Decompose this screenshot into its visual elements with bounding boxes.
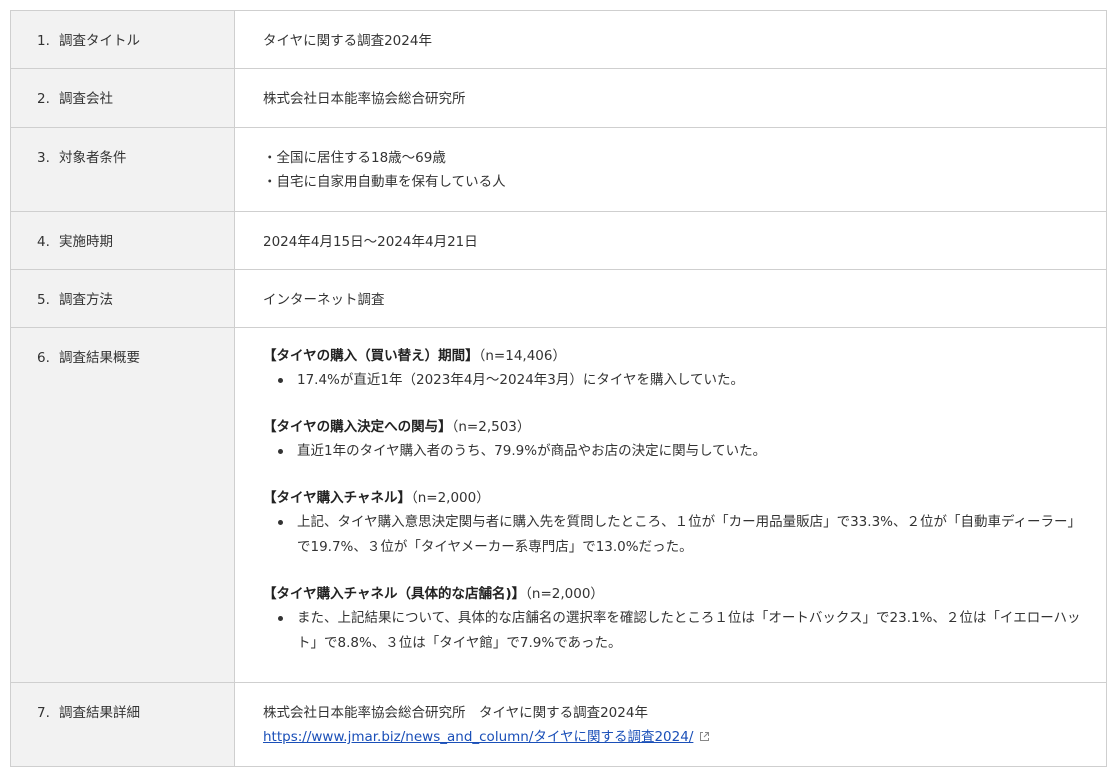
row-label-method: 5. 調査方法 — [10, 269, 235, 328]
row-value-title: タイヤに関する調査2024年 — [234, 10, 1107, 69]
summary-heading: 【タイヤ購入チャネル】（n=2,000） — [263, 486, 1106, 510]
summary-heading: 【タイヤの購入決定への関与】（n=2,503） — [263, 415, 1106, 439]
summary-list: また、上記結果について、具体的な店舗名の選択率を確認したところ１位は「オートバッ… — [263, 606, 1106, 656]
row-label-detail: 7. 調査結果詳細 — [10, 682, 235, 767]
condition-item: ・自宅に自家用自動車を保有している人 — [263, 174, 506, 190]
survey-title: タイヤに関する調査2024年 — [263, 33, 432, 49]
row-label-company: 2. 調査会社 — [10, 68, 235, 128]
summary-sample-size: （n=2,503） — [451, 419, 531, 435]
row-label: 調査結果概要 — [59, 350, 140, 366]
row-number: 5. — [37, 292, 50, 308]
summary-bullet: 直近1年のタイヤ購入者のうち、79.9%が商品やお店の決定に関与していた。 — [278, 439, 1106, 464]
summary-sample-size: （n=2,000） — [410, 490, 490, 506]
summary-heading: 【タイヤ購入チャネル（具体的な店舗名)】（n=2,000） — [263, 582, 1106, 606]
table-row: 3. 対象者条件 ・全国に居住する18歳～69歳 ・自宅に自家用自動車を保有してい… — [10, 127, 1107, 212]
survey-period: 2024年4月15日～2024年4月21日 — [263, 234, 478, 250]
table-row: 4. 実施時期 2024年4月15日～2024年4月21日 — [10, 211, 1107, 270]
table-row: 1. 調査タイトル タイヤに関する調査2024年 — [10, 10, 1107, 69]
detail-text: 株式会社日本能率協会総合研究所 タイヤに関する調査2024年 — [263, 705, 648, 721]
summary-bullet: 上記、タイヤ購入意思決定関与者に購入先を質問したところ、１位が「カー用品量販店」… — [278, 510, 1106, 560]
summary-heading-title: 【タイヤ購入チャネル】 — [263, 490, 411, 506]
row-value-conditions: ・全国に居住する18歳～69歳 ・自宅に自家用自動車を保有している人 — [234, 127, 1107, 212]
summary-sample-size: （n=2,000） — [525, 586, 604, 602]
summary-list: 17.4%が直近1年（2023年4月～2024年3月）にタイヤを購入していた。 — [263, 368, 1106, 393]
company-name: 株式会社日本能率協会総合研究所 — [263, 91, 466, 107]
row-label: 実施時期 — [59, 234, 113, 250]
row-value-method: インターネット調査 — [234, 269, 1107, 328]
row-label-conditions: 3. 対象者条件 — [10, 127, 235, 212]
table-row: 6. 調査結果概要 【タイヤの購入（買い替え）期間】（n=14,406） 17.4… — [10, 327, 1107, 683]
detail-link[interactable]: https://www.jmar.biz/news_and_column/タイヤ… — [263, 729, 693, 745]
table-row: 7. 調査結果詳細 株式会社日本能率協会総合研究所 タイヤに関する調査2024年 … — [10, 682, 1107, 767]
row-number: 6. — [37, 350, 50, 366]
condition-item: ・全国に居住する18歳～69歳 — [263, 150, 446, 166]
detail-link-line: https://www.jmar.biz/news_and_column/タイヤ… — [263, 725, 1106, 750]
row-value-company: 株式会社日本能率協会総合研究所 — [234, 68, 1107, 128]
table-row: 5. 調査方法 インターネット調査 — [10, 269, 1107, 328]
row-value-detail: 株式会社日本能率協会総合研究所 タイヤに関する調査2024年 https://w… — [234, 682, 1107, 767]
summary-bullet: また、上記結果について、具体的な店舗名の選択率を確認したところ１位は「オートバッ… — [278, 606, 1106, 656]
summary-sample-size: （n=14,406） — [478, 348, 566, 364]
row-number: 4. — [37, 234, 50, 250]
row-label-summary: 6. 調査結果概要 — [10, 327, 235, 683]
summary-heading-title: 【タイヤの購入（買い替え）期間】 — [263, 348, 479, 364]
summary-list: 上記、タイヤ購入意思決定関与者に購入先を質問したところ、１位が「カー用品量販店」… — [263, 510, 1106, 560]
row-label: 調査方法 — [59, 292, 113, 308]
row-label: 調査会社 — [59, 91, 113, 107]
summary-heading-title: 【タイヤ購入チャネル（具体的な店舗名)】 — [263, 586, 526, 602]
summary-heading-title: 【タイヤの購入決定への関与】 — [263, 419, 452, 435]
survey-method: インターネット調査 — [263, 292, 385, 308]
summary-bullet: 17.4%が直近1年（2023年4月～2024年3月）にタイヤを購入していた。 — [278, 368, 1106, 393]
summary-heading: 【タイヤの購入（買い替え）期間】（n=14,406） — [263, 344, 1106, 368]
row-label: 調査結果詳細 — [59, 705, 140, 721]
summary-list: 直近1年のタイヤ購入者のうち、79.9%が商品やお店の決定に関与していた。 — [263, 439, 1106, 464]
row-value-period: 2024年4月15日～2024年4月21日 — [234, 211, 1107, 270]
row-value-summary: 【タイヤの購入（買い替え）期間】（n=14,406） 17.4%が直近1年（20… — [234, 327, 1107, 683]
row-number: 7. — [37, 705, 50, 721]
table-row: 2. 調査会社 株式会社日本能率協会総合研究所 — [10, 68, 1107, 128]
row-label-title: 1. 調査タイトル — [10, 10, 235, 69]
row-label: 対象者条件 — [59, 150, 127, 166]
row-number: 2. — [37, 91, 50, 107]
row-label: 調査タイトル — [59, 33, 140, 49]
row-number: 1. — [37, 33, 50, 49]
survey-info-table: 1. 調査タイトル タイヤに関する調査2024年 2. 調査会社 株式会社日本能率協… — [10, 10, 1107, 767]
external-link-icon — [699, 726, 710, 750]
row-label-period: 4. 実施時期 — [10, 211, 235, 270]
row-number: 3. — [37, 150, 50, 166]
